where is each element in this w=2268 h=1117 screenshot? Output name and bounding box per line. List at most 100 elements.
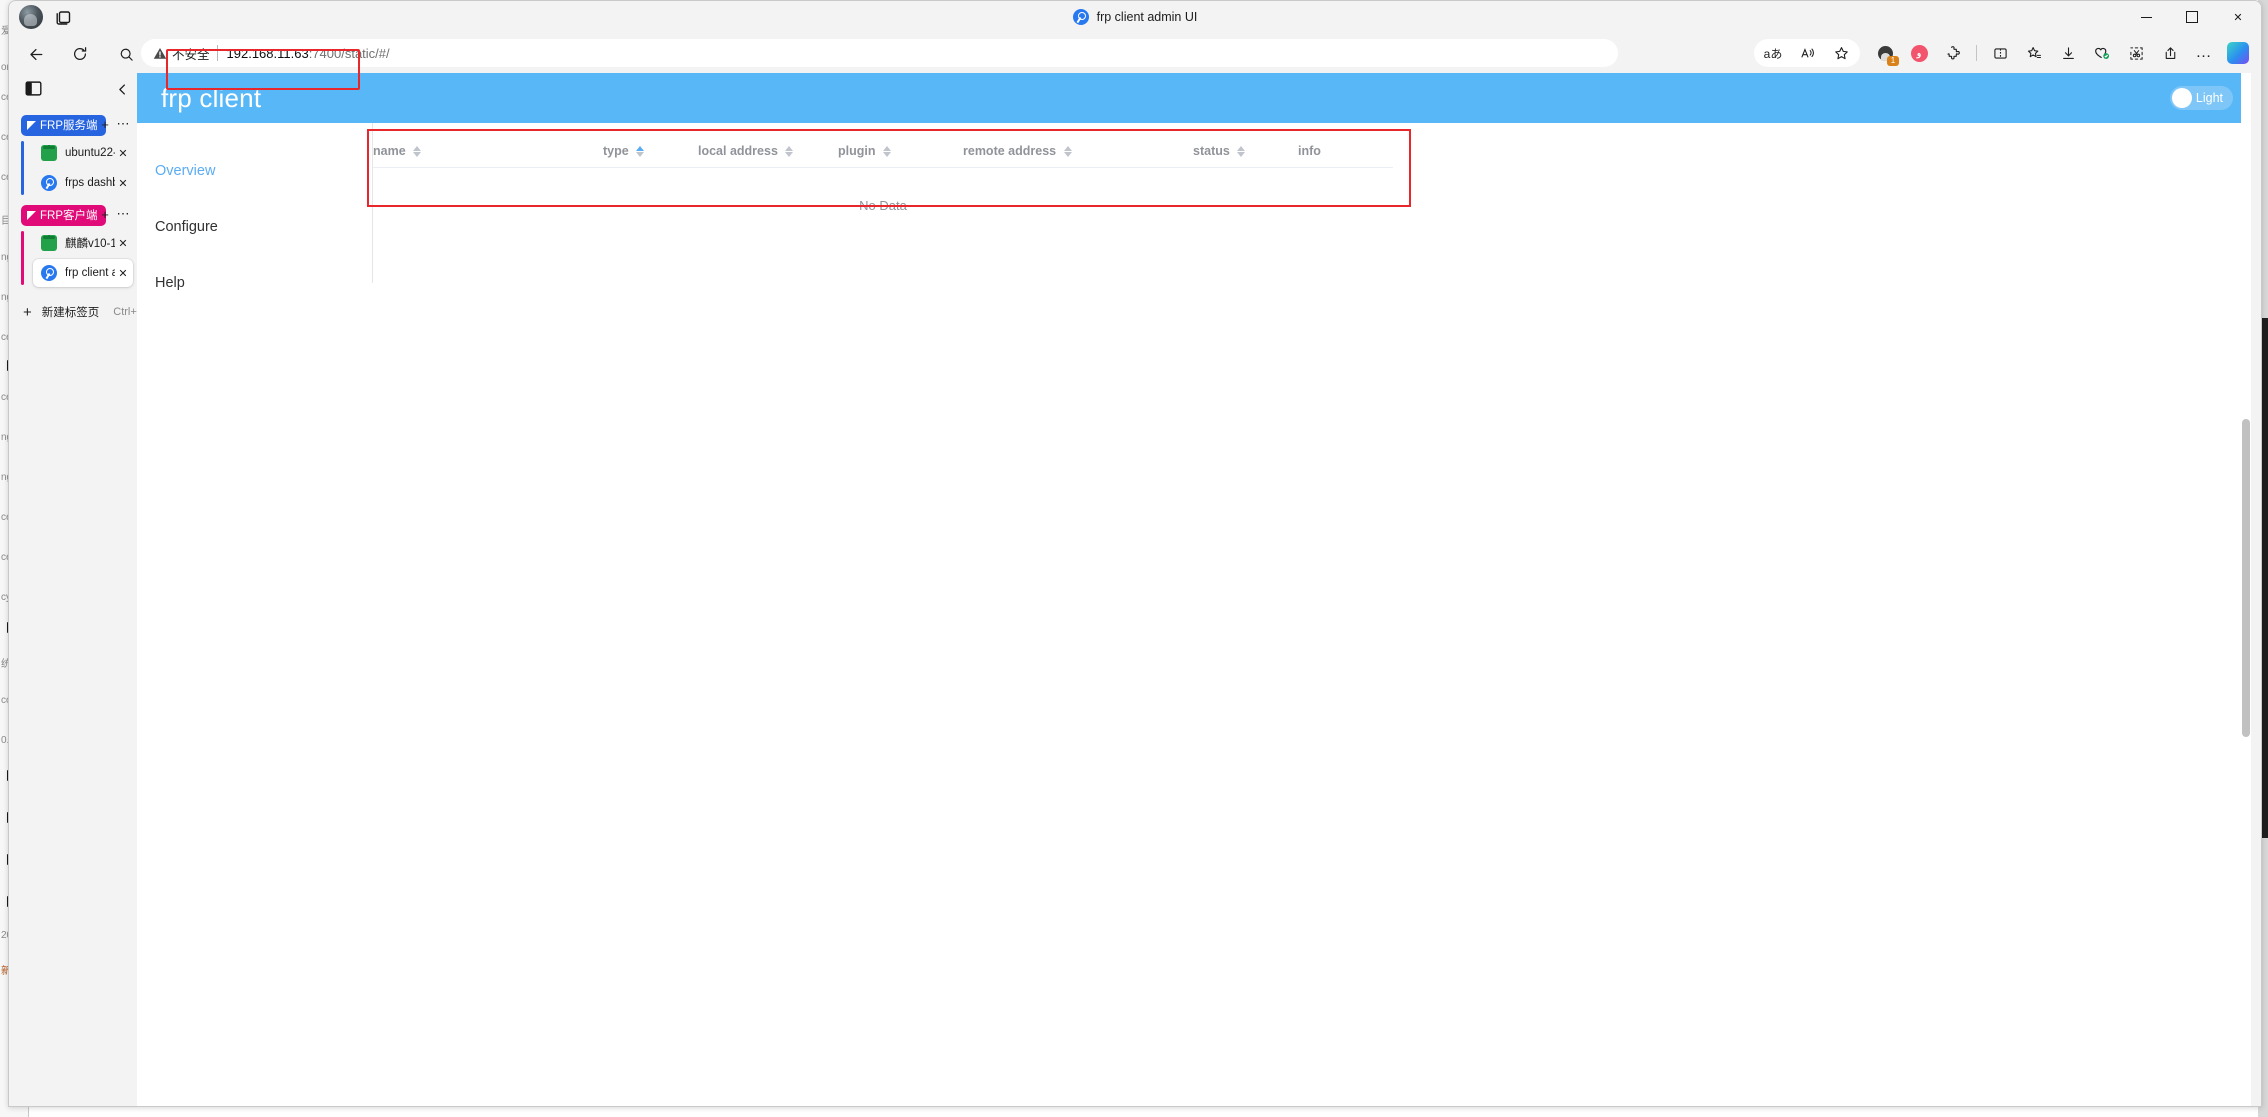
- tab-group-actions: + ⋯: [97, 206, 131, 222]
- column-header-info: info: [1298, 135, 1393, 168]
- reload-icon[interactable]: [67, 41, 93, 67]
- column-label: type: [603, 144, 629, 158]
- column-label: plugin: [838, 144, 876, 158]
- sidebar-tab-frp-client-admin[interactable]: frp client admin U ✕: [33, 259, 133, 287]
- sidebar-tab-kylin-v10[interactable]: 麒麟v10-11.63 ✕: [33, 229, 133, 257]
- theme-toggle-label: Light: [2195, 91, 2223, 105]
- url-host-text: 192.168.11.63: [226, 45, 309, 61]
- group-more-options-icon[interactable]: ⋯: [115, 116, 131, 132]
- no-data-text: No Data: [859, 197, 907, 213]
- column-header-remote-address[interactable]: remote address: [963, 135, 1193, 168]
- web-capture-icon[interactable]: [2119, 39, 2153, 67]
- window-controls: ✕: [2123, 1, 2261, 33]
- theme-toggle-switch[interactable]: Light: [2169, 86, 2233, 110]
- split-screen-icon[interactable]: [1983, 39, 2017, 67]
- profile-badge-count: 1: [1887, 56, 1899, 66]
- not-secure-warning-icon: [153, 47, 167, 60]
- add-tab-to-group-icon[interactable]: +: [97, 206, 113, 222]
- tab-layout-icon[interactable]: [25, 81, 42, 96]
- table-header-row: name type local address plugin remote ad…: [373, 135, 1393, 168]
- add-tab-to-group-icon[interactable]: +: [97, 116, 113, 132]
- profile-avatar-icon[interactable]: 1: [1868, 39, 1902, 67]
- downloads-icon[interactable]: [2051, 39, 2085, 67]
- tab-group-header-frp-server[interactable]: FRP服务端 + ⋯: [21, 113, 137, 137]
- table-empty-row: No Data: [373, 168, 1393, 239]
- sort-toggle-icon[interactable]: [1063, 146, 1072, 158]
- url-path-text: :7400/static/#/: [308, 45, 390, 61]
- window-title: frp client admin UI: [1096, 10, 1198, 24]
- browser-title-bar: frp client admin UI ✕: [9, 1, 2261, 33]
- copilot-icon[interactable]: [2221, 39, 2255, 67]
- sort-toggle-icon[interactable]: [1237, 146, 1246, 158]
- tab-group-body-frp-server: ubuntu22-11.62 ✕ frps dashboard ✕: [21, 139, 137, 197]
- extension-red-icon[interactable]: و: [1902, 39, 1936, 67]
- back-arrow-icon[interactable]: [23, 41, 49, 67]
- group-more-options-icon[interactable]: ⋯: [115, 206, 131, 222]
- toggle-knob: [2171, 88, 2192, 108]
- browser-toolbar: 不安全 192.168.11.63 :7400/static/#/ aあ 1 و…: [9, 33, 2261, 90]
- close-tab-icon[interactable]: ✕: [115, 235, 131, 251]
- profile-avatar[interactable]: [19, 5, 43, 29]
- sort-toggle-icon[interactable]: [882, 146, 891, 158]
- column-header-name[interactable]: name: [373, 135, 603, 168]
- page-title: frp client: [161, 82, 262, 113]
- add-favorite-icon[interactable]: [1824, 39, 1858, 67]
- column-header-status[interactable]: status: [1193, 135, 1298, 168]
- share-icon[interactable]: [2153, 39, 2187, 67]
- column-label: name: [373, 144, 406, 158]
- security-status-label: 不安全: [172, 47, 210, 62]
- sidebar-tab-ubuntu22[interactable]: ubuntu22-11.62 ✕: [33, 139, 133, 167]
- web-content-area: frp client Light Overview Configure Help: [137, 73, 2251, 1106]
- sidebar-tab-frps-dashboard[interactable]: frps dashboard ✕: [33, 169, 133, 197]
- settings-more-icon[interactable]: …: [2187, 39, 2221, 67]
- minimize-button[interactable]: [2123, 1, 2169, 33]
- sort-toggle-icon[interactable]: [413, 146, 422, 158]
- tab-group-header-frp-client[interactable]: FRP客户端 + ⋯: [21, 203, 137, 227]
- close-tab-icon[interactable]: ✕: [115, 265, 131, 281]
- column-header-plugin[interactable]: plugin: [838, 135, 963, 168]
- scrollbar-thumb[interactable]: [2242, 419, 2250, 737]
- column-label: local address: [698, 144, 778, 158]
- collections-icon[interactable]: [54, 8, 72, 26]
- group-collapse-triangle-icon: [27, 210, 36, 220]
- sort-toggle-icon[interactable]: [636, 146, 645, 158]
- close-tab-icon[interactable]: ✕: [115, 145, 131, 161]
- column-header-local-address[interactable]: local address: [698, 135, 838, 168]
- tab-group-body-frp-client: 麒麟v10-11.63 ✕ frp client admin U ✕: [21, 229, 137, 287]
- browser-essentials-icon[interactable]: [2085, 39, 2119, 67]
- collapse-sidebar-icon[interactable]: [115, 82, 129, 96]
- extensions-puzzle-icon[interactable]: [1936, 39, 1970, 67]
- group-collapse-triangle-icon: [27, 120, 36, 130]
- sort-toggle-icon[interactable]: [785, 146, 794, 158]
- tab-group-chip[interactable]: FRP客户端: [21, 204, 106, 226]
- nav-item-help[interactable]: Help: [137, 255, 372, 311]
- tab-label: frp client admin U: [65, 267, 115, 279]
- frp-icon: [41, 175, 57, 191]
- maximize-button[interactable]: [2169, 1, 2215, 33]
- toolbar-icon-group: aあ 1 و …: [1754, 39, 2255, 67]
- translate-icon[interactable]: aあ: [1756, 39, 1790, 67]
- close-tab-icon[interactable]: ✕: [115, 175, 131, 191]
- nav-item-overview[interactable]: Overview: [137, 143, 372, 199]
- search-icon[interactable]: [113, 41, 139, 67]
- close-button[interactable]: ✕: [2215, 1, 2261, 33]
- desktop-background: 爱 on ce ce ce 目 ng ng ce ce ng ng ce ce …: [0, 0, 2268, 1117]
- tab-group-actions: + ⋯: [97, 116, 131, 132]
- nav-item-configure[interactable]: Configure: [137, 199, 372, 255]
- new-tab-button[interactable]: + 新建标签页 Ctrl+T: [9, 297, 144, 327]
- favorites-icon[interactable]: [2017, 39, 2051, 67]
- new-tab-label: 新建标签页: [41, 307, 100, 319]
- tab-group-chip[interactable]: FRP服务端: [21, 114, 106, 136]
- page-main: Overview Configure Help name type local …: [137, 123, 2251, 1063]
- page-scrollbar[interactable]: [2241, 73, 2251, 1106]
- address-bar[interactable]: 不安全 192.168.11.63 :7400/static/#/: [141, 39, 1618, 67]
- sidebar-top-bar: [9, 73, 137, 107]
- read-aloud-icon[interactable]: [1790, 39, 1824, 67]
- frp-page-header: frp client Light: [137, 73, 2251, 123]
- toolbar-divider: [1976, 45, 1977, 61]
- tab-label: ubuntu22-11.62: [65, 147, 115, 159]
- tab-label: 麒麟v10-11.63: [65, 238, 115, 250]
- tab-group-label: FRP服务端: [40, 120, 98, 132]
- active-tab-title-group: frp client admin UI: [9, 1, 2261, 33]
- column-header-type[interactable]: type: [603, 135, 698, 168]
